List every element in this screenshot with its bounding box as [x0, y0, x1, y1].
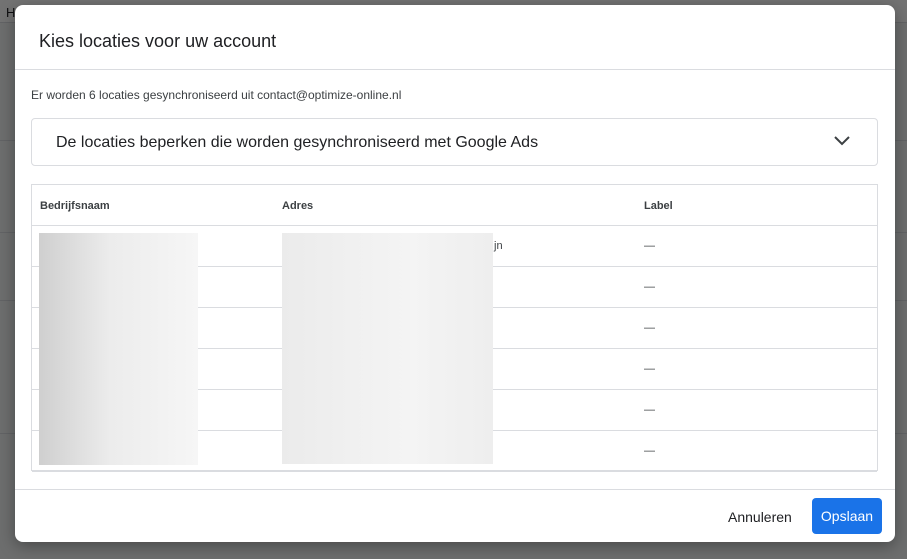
- redacted-business-names: [39, 233, 198, 465]
- chevron-down-icon: [834, 136, 850, 146]
- limit-locations-expander[interactable]: De locaties beperken die worden gesynchr…: [31, 118, 878, 166]
- label-cell: —: [644, 445, 655, 457]
- column-header-address: Adres: [282, 200, 314, 212]
- redacted-addresses: [282, 233, 493, 464]
- cancel-button[interactable]: Annuleren: [719, 500, 801, 534]
- column-header-label: Label: [644, 200, 673, 212]
- save-button[interactable]: Opslaan: [812, 498, 882, 534]
- locations-table: Bedrijfsnaam Adres Label jn — — — — — —: [31, 184, 878, 472]
- choose-locations-dialog: Kies locaties voor uw account Er worden …: [15, 5, 895, 542]
- address-cell: jn: [494, 240, 503, 252]
- label-cell: —: [644, 322, 655, 334]
- expander-label: De locaties beperken die worden gesynchr…: [56, 134, 539, 151]
- column-header-name: Bedrijfsnaam: [40, 200, 110, 212]
- dialog-title: Kies locaties voor uw account: [39, 31, 277, 51]
- label-cell: —: [644, 363, 655, 375]
- header-divider: [15, 69, 895, 70]
- label-cell: —: [644, 281, 655, 293]
- label-cell: —: [644, 404, 655, 416]
- label-cell: —: [644, 240, 655, 252]
- table-header-row: Bedrijfsnaam Adres Label: [32, 185, 877, 226]
- footer-divider: [15, 489, 895, 490]
- sync-info-text: Er worden 6 locaties gesynchroniseerd ui…: [31, 88, 402, 102]
